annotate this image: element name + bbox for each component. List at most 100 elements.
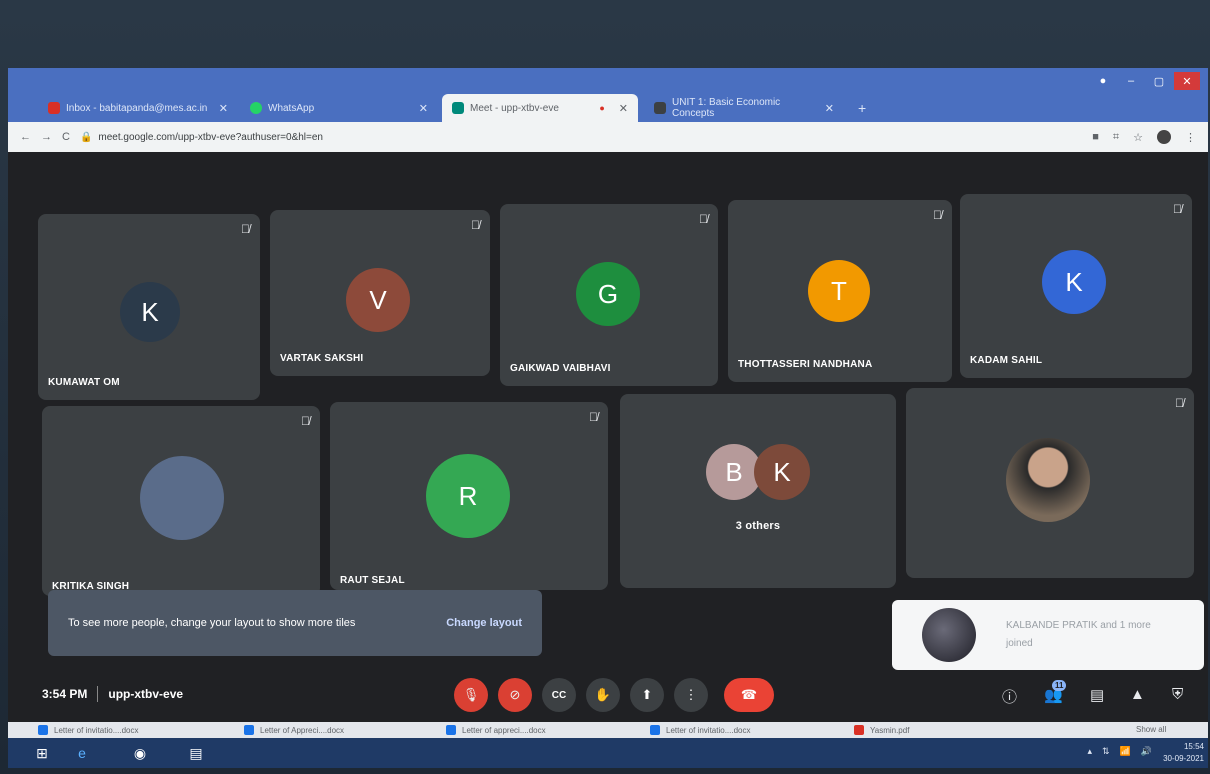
mic-off-icon: 🎙̸: [1175, 396, 1184, 410]
info-icon[interactable]: ⓘ: [1002, 686, 1017, 707]
tab-label: Inbox - babitapanda@mes.ac.in: [66, 102, 208, 114]
camera-icon[interactable]: ■: [1092, 131, 1099, 143]
mic-off-icon: 🎙̸: [241, 222, 250, 236]
participant-tile[interactable]: 🎙̸ KRITIKA SINGH: [42, 406, 320, 596]
raise-hand-button[interactable]: ✋: [586, 678, 620, 712]
volume-icon[interactable]: 🔊: [1141, 746, 1152, 757]
avatar: K: [120, 282, 180, 342]
chat-icon[interactable]: ▤: [1090, 686, 1104, 704]
tab-unit1[interactable]: UNIT 1: Basic Economic Concepts ✕: [644, 94, 844, 122]
mic-off-icon: 🎙̸: [301, 414, 310, 428]
participant-tile[interactable]: 🎙̸ V VARTAK SAKSHI: [270, 210, 490, 376]
camera-toggle-button[interactable]: ⊘: [498, 678, 532, 712]
mic-off-icon: 🎙: [462, 687, 480, 702]
chevron-up-icon[interactable]: ▴: [1087, 746, 1092, 757]
participant-name: KADAM SAHIL: [970, 355, 1043, 366]
url-text: meet.google.com/upp-xtbv-eve?authuser=0&…: [98, 131, 323, 143]
network-icon[interactable]: ⇅: [1102, 746, 1110, 757]
download-item[interactable]: Letter of Appreci....docx: [244, 725, 344, 735]
mic-off-icon: 🎙̸: [1173, 202, 1182, 216]
url-field[interactable]: 🔒 meet.google.com/upp-xtbv-eve?authuser=…: [80, 132, 323, 143]
menu-icon[interactable]: ⋮: [1185, 131, 1196, 144]
participant-tile[interactable]: 🎙̸ T THOTTASSERI NANDHANA: [728, 200, 952, 382]
people-button[interactable]: 👥 11: [1044, 680, 1067, 704]
tab-inbox[interactable]: Inbox - babitapanda@mes.ac.in ✕: [38, 94, 238, 122]
change-layout-button[interactable]: Change layout: [446, 617, 522, 629]
download-label: Letter of invitatio....docx: [666, 725, 751, 735]
present-button[interactable]: ⬆: [630, 678, 664, 712]
window-controls: ● – ▢ ✕: [1090, 72, 1200, 90]
browser-tab-bar: Inbox - babitapanda@mes.ac.in ✕ WhatsApp…: [8, 68, 1208, 122]
back-icon[interactable]: ←: [20, 131, 31, 143]
tab-whatsapp[interactable]: WhatsApp ✕: [240, 94, 438, 122]
mic-off-icon: 🎙̸: [589, 410, 598, 424]
participant-tile[interactable]: 🎙̸ K KUMAWAT OM: [38, 214, 260, 400]
internet-explorer-icon[interactable]: e: [70, 742, 94, 764]
divider: [97, 686, 99, 702]
system-tray: ▴ ⇅ 📶 🔊: [1087, 746, 1152, 757]
download-label: Letter of invitatio....docx: [54, 725, 139, 735]
avatar: G: [576, 262, 640, 326]
download-item[interactable]: Letter of appreci....docx: [446, 725, 546, 735]
download-item[interactable]: Letter of invitatio....docx: [38, 725, 139, 735]
close-icon[interactable]: ✕: [619, 102, 628, 115]
join-toast: KALBANDE PRATIK and 1 more joined: [892, 600, 1204, 670]
avatar: K: [1042, 250, 1106, 314]
download-item[interactable]: Yasmin.pdf: [854, 725, 909, 735]
show-all-label: Show all: [1136, 725, 1167, 734]
star-icon[interactable]: ☆: [1133, 131, 1143, 144]
download-label: Yasmin.pdf: [870, 725, 910, 735]
avatar[interactable]: [1157, 130, 1171, 144]
avatar: R: [426, 454, 510, 538]
more-options-button[interactable]: ⋮: [674, 678, 708, 712]
present-icon: ⬆: [641, 687, 653, 702]
participant-tile[interactable]: 🎙̸ R RAUT SEJAL: [330, 402, 608, 590]
minimize-icon[interactable]: –: [1118, 72, 1144, 90]
close-icon[interactable]: ✕: [419, 102, 428, 115]
grid-icon[interactable]: ⌗: [1113, 131, 1119, 144]
show-all-downloads-button[interactable]: Show all: [1136, 725, 1166, 734]
maximize-icon[interactable]: ▢: [1146, 72, 1172, 90]
tab-meet[interactable]: Meet - upp-xtbv-eve ● ✕: [442, 94, 638, 122]
wifi-icon[interactable]: 📶: [1120, 746, 1131, 757]
participant-tile[interactable]: 🎙̸ K KADAM SAHIL: [960, 194, 1192, 378]
host-controls-icon[interactable]: ⛨: [1172, 686, 1183, 703]
camera-off-icon: ⊘: [509, 687, 521, 702]
address-bar-actions: ■ ⌗ ☆ ⋮: [1092, 130, 1196, 144]
captions-button[interactable]: CC: [542, 678, 576, 712]
file-explorer-icon[interactable]: ▤: [184, 742, 208, 764]
activities-icon[interactable]: ▲: [1130, 686, 1145, 703]
participant-tile[interactable]: 🎙̸ G GAIKWAD VAIBHAVI: [500, 204, 718, 386]
avatar: [1006, 438, 1090, 522]
leave-call-button[interactable]: ☎: [724, 678, 774, 712]
chrome-icon[interactable]: ◉: [128, 742, 152, 764]
mic-toggle-button[interactable]: 🎙: [454, 678, 488, 712]
participant-tile[interactable]: 🎙̸: [906, 388, 1194, 578]
meet-grid: 🎙̸ K KUMAWAT OM 🎙̸ V VARTAK SAKSHI 🎙̸ G …: [8, 152, 1208, 672]
clock-time: 15:54: [1183, 742, 1204, 751]
new-tab-button[interactable]: +: [848, 94, 872, 122]
profile-icon[interactable]: ●: [1090, 72, 1116, 90]
word-doc-icon: [446, 725, 456, 735]
word-doc-icon: [244, 725, 254, 735]
meet-control-bar: 3:54 PM upp-xtbv-eve 🎙 ⊘ CC ✋ ⬆ ⋮ ☎ ⓘ 👥 …: [8, 672, 1208, 722]
avatar: V: [346, 268, 410, 332]
close-icon[interactable]: ✕: [219, 102, 228, 115]
download-item[interactable]: Letter of invitatio....docx: [650, 725, 751, 735]
forward-icon[interactable]: →: [41, 131, 52, 143]
whatsapp-icon: [250, 102, 262, 114]
close-icon[interactable]: ✕: [825, 102, 834, 115]
close-window-icon[interactable]: ✕: [1174, 72, 1200, 90]
laptop-screen: Inbox - babitapanda@mes.ac.in ✕ WhatsApp…: [8, 68, 1208, 768]
others-tile[interactable]: B K 3 others: [620, 394, 896, 588]
participant-name: THOTTASSERI NANDHANA: [738, 359, 873, 370]
windows-start-icon[interactable]: ⊞: [30, 742, 54, 764]
captions-icon: CC: [551, 689, 567, 701]
meeting-info: 3:54 PM upp-xtbv-eve: [42, 686, 183, 702]
reload-icon[interactable]: C: [62, 131, 70, 143]
phone-hangup-icon: ☎: [740, 687, 758, 702]
more-icon: ⋮: [684, 687, 698, 702]
participant-name: VARTAK SAKSHI: [280, 353, 364, 364]
photo-frame: Inbox - babitapanda@mes.ac.in ✕ WhatsApp…: [0, 0, 1210, 774]
taskbar-clock[interactable]: 15:54 30-09-2021: [1163, 741, 1204, 765]
